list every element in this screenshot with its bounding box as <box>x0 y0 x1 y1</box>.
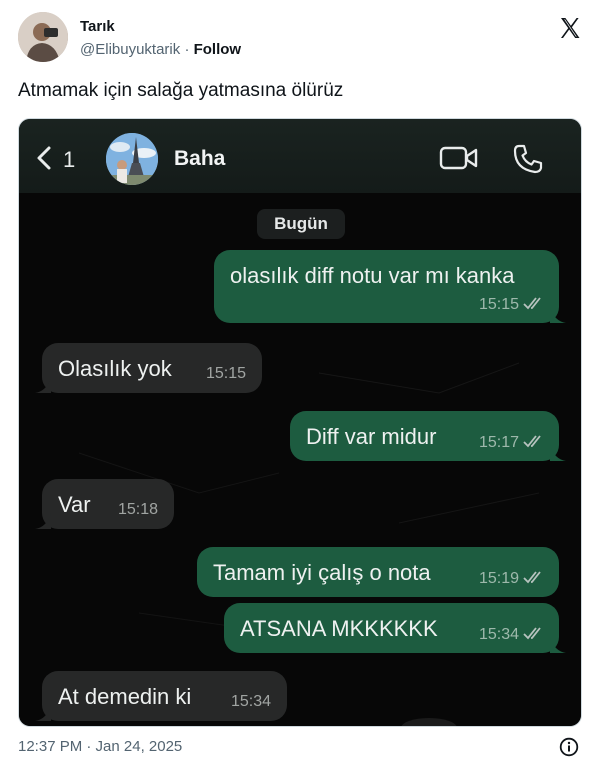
chat-header: 1 Baha <box>19 119 581 193</box>
x-logo-icon[interactable] <box>558 16 582 40</box>
date-separator: Bugün <box>257 209 345 239</box>
message-text: olasılık diff notu var mı kanka <box>230 263 515 288</box>
message-time: 15:15 <box>205 365 246 382</box>
message-text: Olasılık yok <box>58 356 172 381</box>
contact-name[interactable]: Baha <box>174 147 225 171</box>
author-avatar[interactable] <box>18 12 68 62</box>
message-outgoing[interactable]: Diff var midur 15:17 <box>290 411 566 461</box>
message-time: 15:19 <box>478 570 519 587</box>
message-meta: 15:15 <box>479 296 545 314</box>
message-meta: 15:19 <box>479 570 545 588</box>
message-text: At demedin ki <box>58 684 192 709</box>
bubble-tail <box>550 637 566 653</box>
unread-count[interactable]: 1 <box>63 147 75 173</box>
message-incoming[interactable]: At demedin ki 15:34 <box>35 671 287 721</box>
video-call-icon[interactable] <box>439 145 479 171</box>
tweet-timestamp[interactable]: 12:37 PM · Jan 24, 2025 <box>18 738 182 755</box>
message-outgoing[interactable]: Tamam iyi çalış o nota 15:19 <box>197 547 559 597</box>
double-check-icon <box>523 571 541 584</box>
message-text: Diff var midur <box>306 424 437 449</box>
message-time: 15:15 <box>478 296 519 313</box>
author-name[interactable]: Tarık <box>80 18 115 35</box>
bubble-tail <box>35 377 51 393</box>
message-outgoing[interactable]: ATSANA MKKKKKK 15:34 <box>224 603 566 653</box>
author-handle[interactable]: @Elibuyuktarik <box>80 41 180 58</box>
chat-screenshot[interactable]: 1 Baha Bugün olasılık diff notu var mı k… <box>18 118 582 727</box>
contact-avatar[interactable] <box>106 133 158 185</box>
separator: · <box>184 41 190 58</box>
author-handle-line: @Elibuyuktarik · Follow <box>80 41 241 58</box>
bubble-tail <box>35 513 51 529</box>
follow-button[interactable]: Follow <box>194 41 242 58</box>
bubble-tail <box>550 445 566 461</box>
info-icon[interactable] <box>559 737 579 757</box>
tweet-header: Tarık @Elibuyuktarik · Follow <box>18 12 584 68</box>
message-incoming[interactable]: Var 15:18 <box>35 479 174 529</box>
double-check-icon <box>523 297 541 310</box>
message-time: 15:18 <box>117 501 158 518</box>
message-time: 15:17 <box>478 434 519 451</box>
double-check-icon <box>523 435 541 448</box>
bubble-tail <box>35 705 51 721</box>
message-text: Tamam iyi çalış o nota <box>213 560 431 585</box>
chat-messages[interactable]: Bugün olasılık diff notu var mı kanka 15… <box>19 193 581 726</box>
message-outgoing[interactable]: olasılık diff notu var mı kanka 15:15 <box>214 250 566 323</box>
message-incoming[interactable]: Olasılık yok 15:15 <box>35 343 262 393</box>
tweet-text: Atmamak için salağa yatmasına ölürüz <box>18 80 344 101</box>
message-text: Var <box>58 492 91 517</box>
phone-call-icon[interactable] <box>512 143 544 175</box>
message-time: 15:34 <box>478 626 519 643</box>
message-time: 15:34 <box>230 693 271 710</box>
bubble-tail <box>550 307 566 323</box>
double-check-icon <box>523 627 541 640</box>
back-chevron-icon[interactable] <box>33 145 59 171</box>
message-meta: 15:34 <box>479 626 545 644</box>
message-meta: 15:17 <box>479 434 545 452</box>
message-text: ATSANA MKKKKKK <box>240 616 438 641</box>
